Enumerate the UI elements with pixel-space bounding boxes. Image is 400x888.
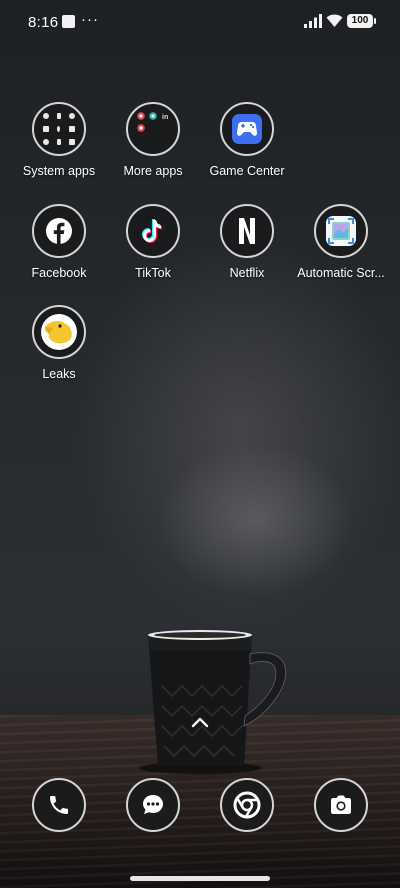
app-label: Automatic Scr... [297, 266, 385, 280]
wallpaper-mug [140, 630, 287, 774]
app-tiktok[interactable]: TikTok [103, 204, 203, 280]
notification-square-icon [62, 15, 75, 28]
chrome-icon[interactable] [220, 778, 274, 832]
app-label: Leaks [42, 367, 76, 381]
messages-icon[interactable] [126, 778, 180, 832]
app-label: Netflix [229, 266, 265, 280]
app-label: Facebook [31, 266, 87, 280]
app-label: Game Center [209, 164, 285, 178]
app-label: More apps [123, 164, 183, 178]
netflix-icon [220, 204, 274, 258]
facebook-icon [32, 204, 86, 258]
app-facebook[interactable]: Facebook [9, 204, 109, 280]
status-time: 8:16 [28, 14, 59, 31]
dock [0, 778, 400, 834]
chevron-up-icon[interactable] [188, 712, 212, 732]
folder-icon [32, 102, 86, 156]
phone-icon[interactable] [32, 778, 86, 832]
tiktok-icon [126, 204, 180, 258]
home-gesture-bar[interactable] [130, 876, 270, 881]
app-automatic-screenshot[interactable]: Automatic Scr... [291, 204, 391, 280]
leaks-icon [32, 305, 86, 359]
camera-icon[interactable] [314, 778, 368, 832]
app-label: TikTok [135, 266, 171, 280]
battery-indicator: 100 [347, 14, 376, 28]
app-game-center[interactable]: Game Center [197, 102, 297, 178]
folder-icon: in [126, 102, 180, 156]
app-netflix[interactable]: Netflix [197, 204, 297, 280]
app-label: System apps [22, 164, 96, 178]
wifi-icon [326, 14, 343, 27]
app-system-apps-folder[interactable]: System apps [9, 102, 109, 178]
screenshot-app-icon [314, 204, 368, 258]
app-leaks[interactable]: Leaks [9, 305, 109, 381]
more-notifications-icon: ··· [81, 11, 99, 28]
game-center-icon [220, 102, 274, 156]
status-bar: 8:16 ··· 100 [0, 0, 400, 46]
folder-preview-icons: in [137, 112, 168, 132]
signal-icon [304, 14, 322, 28]
svg-text:in: in [162, 114, 168, 121]
app-more-apps-folder[interactable]: in More apps [103, 102, 203, 178]
